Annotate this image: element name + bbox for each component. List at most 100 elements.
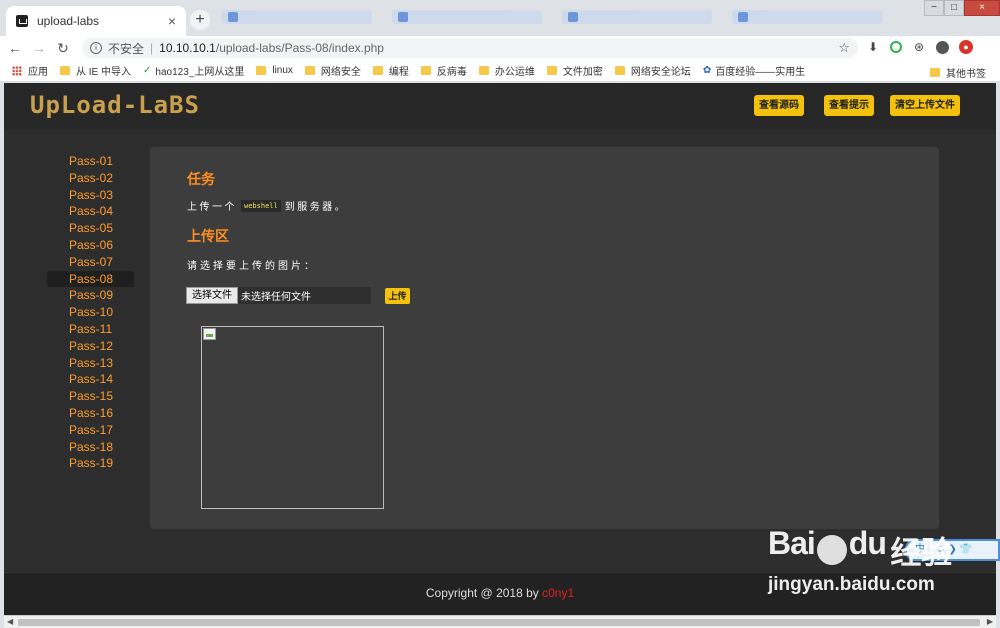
bookmark-hao123[interactable]: ✓ hao123_上网从这里 <box>143 63 244 78</box>
watermark-brand: Bai <box>768 525 816 561</box>
watermark-url: jingyan.baidu.com <box>768 574 935 596</box>
new-tab-button[interactable]: + <box>190 10 210 30</box>
sidebar-item-pass-10[interactable]: Pass-10 <box>47 304 134 321</box>
bookmark-folder[interactable]: 反病毒 <box>420 63 467 78</box>
bookmark-folder[interactable]: 从 IE 中导入 <box>60 63 131 78</box>
info-icon[interactable]: i <box>90 42 102 54</box>
address-separator: | <box>150 41 154 55</box>
sidebar-item-pass-01[interactable]: Pass-01 <box>47 153 134 170</box>
tab-title: upload-labs <box>37 14 100 28</box>
scroll-right-icon[interactable]: ▶ <box>987 617 993 626</box>
site-favicon-icon <box>16 15 28 27</box>
view-hint-button[interactable]: 查看提示 <box>824 95 874 116</box>
sidebar-item-pass-04[interactable]: Pass-04 <box>47 203 134 220</box>
forward-arrow-icon[interactable]: → <box>30 39 48 57</box>
upload-heading: 上传区 <box>187 228 229 244</box>
extension-green-icon[interactable] <box>890 41 902 53</box>
task-suffix: 到服务器。 <box>284 202 348 213</box>
url-path: /upload-labs/Pass-08/index.php <box>215 41 384 55</box>
extension-icons: ⬇ ⊛ ● <box>866 40 973 54</box>
task-code: webshell <box>241 199 281 212</box>
sidebar-item-pass-12[interactable]: Pass-12 <box>47 338 134 355</box>
sidebar-item-pass-18[interactable]: Pass-18 <box>47 439 134 456</box>
url-host: 10.10.10.1 <box>159 41 216 55</box>
upload-button[interactable]: 上传 <box>385 288 410 304</box>
sidebar-item-pass-16[interactable]: Pass-16 <box>47 405 134 422</box>
folder-icon <box>420 66 431 75</box>
sidebar-item-pass-11[interactable]: Pass-11 <box>47 321 134 338</box>
minimize-button[interactable]: − <box>924 0 944 16</box>
scrollbar-thumb[interactable] <box>18 619 980 626</box>
sidebar-item-pass-06[interactable]: Pass-06 <box>47 237 134 254</box>
tab-strip: upload-labs × + − □ × <box>0 0 1000 36</box>
task-description: 上传一个 webshell 到服务器。 <box>187 198 347 213</box>
choose-file-button[interactable]: 选择文件 <box>186 287 238 304</box>
folder-icon <box>546 66 557 75</box>
background-tab[interactable] <box>562 10 712 24</box>
extension-red-icon[interactable]: ● <box>959 40 973 54</box>
sidebar-item-pass-02[interactable]: Pass-02 <box>47 170 134 187</box>
file-input[interactable]: 选择文件 未选择任何文件 <box>186 287 371 304</box>
bookmark-folder[interactable]: 网络安全论坛 <box>614 63 691 78</box>
horizontal-scrollbar[interactable]: ◀ ▶ <box>4 615 996 628</box>
tab-close-icon[interactable]: × <box>168 13 176 29</box>
page-header: UpLoad-LaBS 查看源码 查看提示 清空上传文件 <box>4 83 996 129</box>
back-arrow-icon[interactable]: ← <box>6 39 24 57</box>
sidebar-item-pass-03[interactable]: Pass-03 <box>47 187 134 204</box>
maximize-button[interactable]: □ <box>944 0 964 16</box>
bookmarks-bar: 应用 从 IE 中导入 ✓ hao123_上网从这里 linux 网络安全 编程 … <box>0 60 1000 82</box>
folder-icon <box>60 66 70 75</box>
sidebar-item-pass-08[interactable]: Pass-08 <box>47 270 134 288</box>
clear-uploads-button[interactable]: 清空上传文件 <box>890 95 960 116</box>
sidebar-item-pass-09[interactable]: Pass-09 <box>47 287 134 304</box>
file-status: 未选择任何文件 <box>241 292 311 303</box>
download-icon[interactable]: ⬇ <box>866 40 880 54</box>
folder-icon <box>614 66 625 75</box>
background-tab[interactable] <box>732 10 882 24</box>
bookmark-folder[interactable]: linux <box>256 65 293 76</box>
bookmark-folder[interactable]: 办公运维 <box>478 63 535 78</box>
watermark-brand-end: du <box>848 525 887 561</box>
folder-icon <box>930 68 940 77</box>
scroll-left-icon[interactable]: ◀ <box>7 617 13 626</box>
folder-icon <box>256 66 267 75</box>
profile-avatar-icon[interactable] <box>936 40 949 54</box>
check-icon: ✓ <box>143 65 152 76</box>
copyright-text: Copyright @ 2018 by <box>425 586 543 600</box>
close-window-button[interactable]: × <box>964 0 1000 16</box>
extension-swirl-icon[interactable]: ⊛ <box>912 40 926 54</box>
watermark-product: 经验 <box>890 535 953 571</box>
browser-toolbar: ← → ↻ i 不安全 | 10.10.10.1 /upload-labs/Pa… <box>0 36 1000 60</box>
sidebar-item-pass-15[interactable]: Pass-15 <box>47 388 134 405</box>
view-source-button[interactable]: 查看源码 <box>754 95 804 116</box>
bookmark-folder[interactable]: 文件加密 <box>546 63 603 78</box>
address-bar[interactable]: i 不安全 | 10.10.10.1 /upload-labs/Pass-08/… <box>82 38 858 58</box>
site-logo[interactable]: UpLoad-LaBS <box>30 91 200 119</box>
sidebar-item-pass-19[interactable]: Pass-19 <box>47 455 134 472</box>
paw-icon: ✿ <box>702 65 712 76</box>
reload-icon[interactable]: ↻ <box>54 39 72 57</box>
background-tab[interactable] <box>392 10 542 24</box>
sidebar-item-pass-14[interactable]: Pass-14 <box>47 371 134 388</box>
tab-upload-labs[interactable]: upload-labs × <box>6 6 186 36</box>
security-label: 不安全 <box>108 41 145 56</box>
author-link[interactable]: c0ny1 <box>542 586 574 600</box>
baidu-jingyan-watermark: Bai du 经验 jingyan.baidu.com <box>768 525 952 596</box>
bookmark-other[interactable]: 其他书签 <box>930 65 986 80</box>
pass-sidebar: Pass-01 Pass-02 Pass-03 Pass-04 Pass-05 Pass-… <box>47 153 134 472</box>
bookmark-folder[interactable]: 编程 <box>372 63 409 78</box>
sidebar-item-pass-07[interactable]: Pass-07 <box>47 254 134 271</box>
sidebar-item-pass-05[interactable]: Pass-05 <box>47 220 134 237</box>
sidebar-item-pass-13[interactable]: Pass-13 <box>47 355 134 372</box>
choose-prompt: 请选择要上传的图片： <box>187 261 317 272</box>
bookmark-star-icon[interactable]: ☆ <box>838 40 850 56</box>
image-preview <box>201 326 384 509</box>
background-tab[interactable] <box>222 10 372 24</box>
bookmark-baidu[interactable]: ✿ 百度经验——实用生 <box>703 63 805 78</box>
apps-icon <box>12 65 22 76</box>
sidebar-item-pass-17[interactable]: Pass-17 <box>47 422 134 439</box>
task-prefix: 上传一个 <box>187 202 237 213</box>
folder-icon <box>372 66 383 75</box>
bookmark-folder[interactable]: 网络安全 <box>304 63 361 78</box>
bookmark-apps[interactable]: 应用 <box>12 63 48 78</box>
